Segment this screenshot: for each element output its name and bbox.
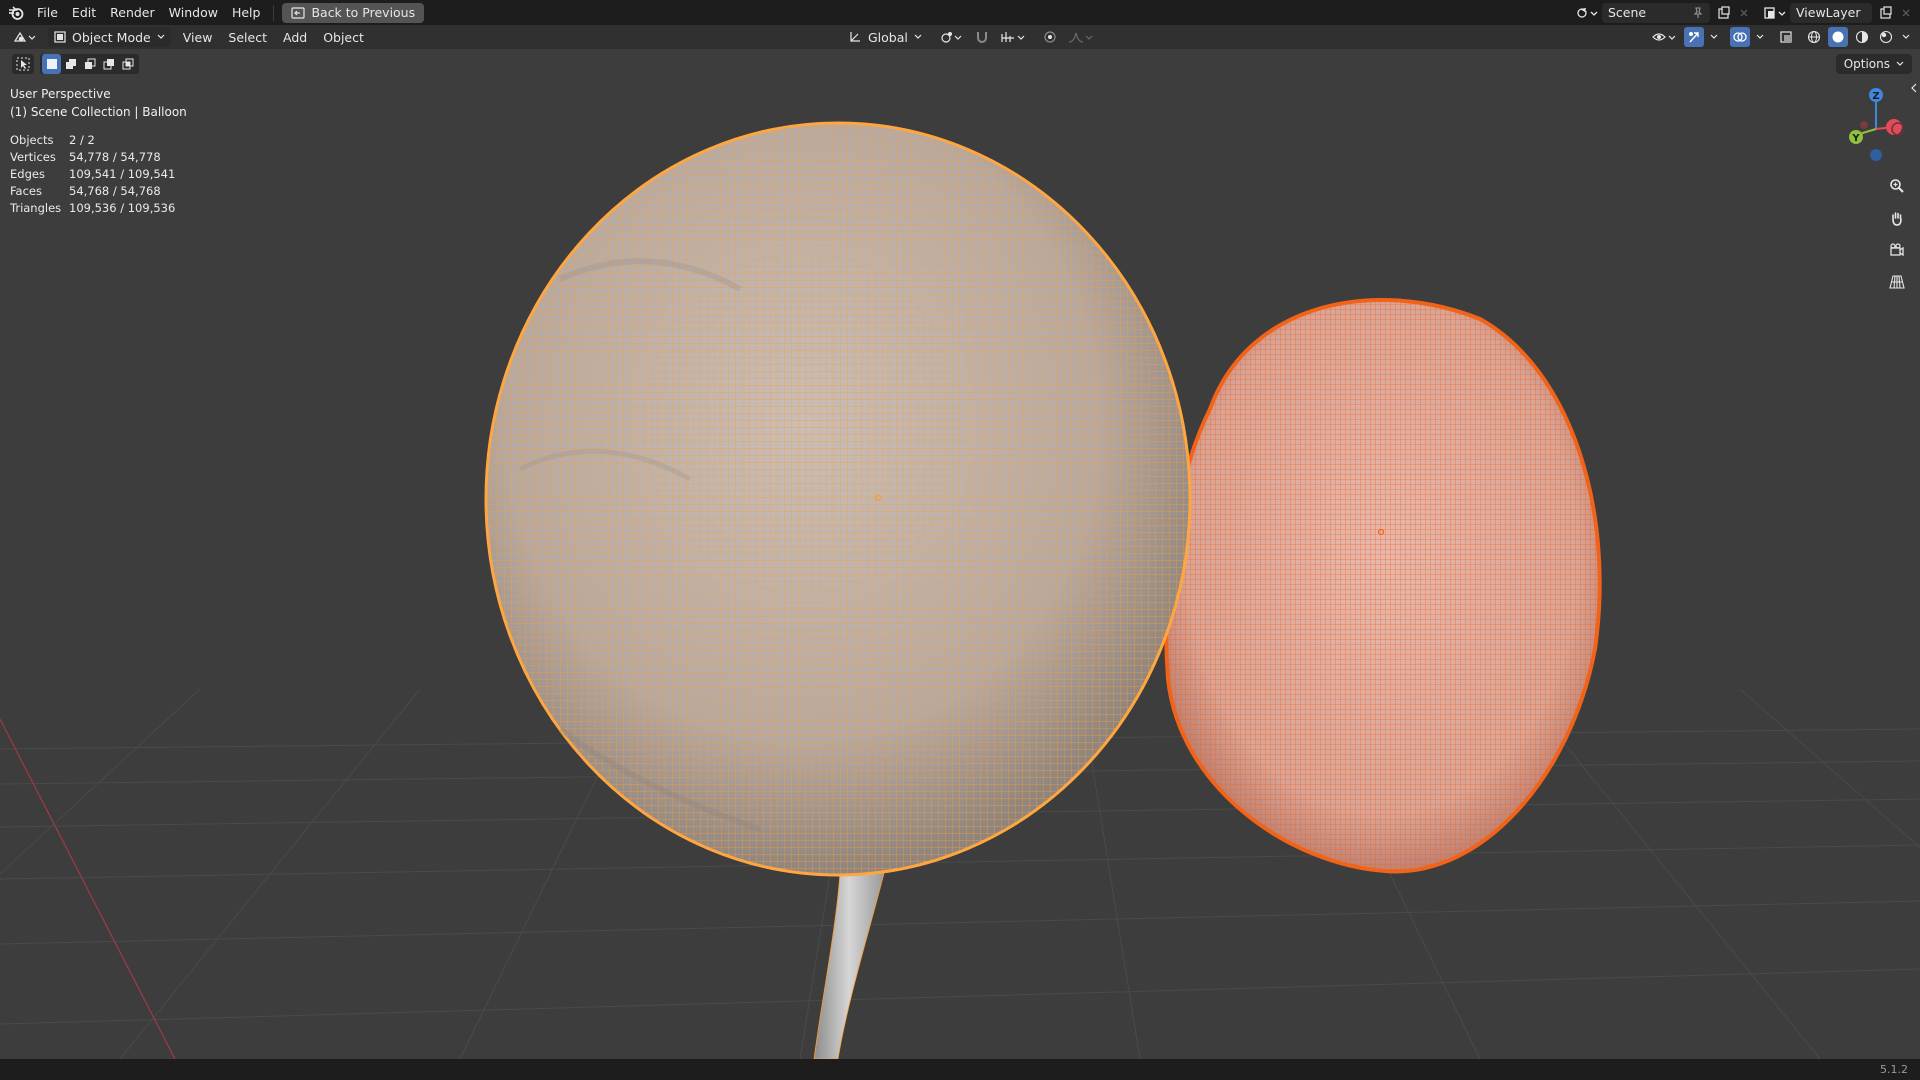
header-center-tools: Global bbox=[838, 25, 1096, 49]
toggle-xray-icon[interactable] bbox=[1776, 27, 1796, 47]
scene-name: Scene bbox=[1608, 5, 1647, 20]
camera-view-icon[interactable] bbox=[1884, 237, 1910, 263]
chevron-down-icon bbox=[914, 34, 922, 39]
back-to-previous-label: Back to Previous bbox=[311, 5, 416, 20]
proportional-editing-icon[interactable] bbox=[1040, 27, 1060, 47]
select-cursor-icon bbox=[16, 57, 30, 71]
viewport-info: User Perspective (1) Scene Collection | … bbox=[10, 85, 187, 121]
main-menu: File Edit Render Window Help bbox=[30, 0, 267, 25]
view-layer-selector-icon[interactable] bbox=[1760, 3, 1790, 23]
orientation-axes-icon bbox=[850, 32, 860, 42]
mode-dropdown[interactable]: Object Mode bbox=[48, 27, 171, 47]
select-invert-icon[interactable] bbox=[99, 54, 118, 74]
orientation-label: Global bbox=[868, 29, 908, 45]
visibility-selectability-icon[interactable] bbox=[1650, 27, 1680, 47]
shading-rendered-icon[interactable] bbox=[1876, 27, 1896, 47]
stat-row: Edges 109,541 / 109,541 bbox=[10, 167, 176, 181]
gizmo-y-label: Y bbox=[1851, 133, 1860, 144]
options-dropdown[interactable]: Options bbox=[1835, 54, 1912, 74]
show-overlays-icon[interactable] bbox=[1730, 27, 1750, 47]
view-layer-field[interactable]: ViewLayer bbox=[1790, 2, 1872, 23]
balloon-string[interactable] bbox=[813, 872, 885, 1059]
active-tool-button[interactable] bbox=[12, 54, 34, 74]
gizmo-z-label: Z bbox=[1872, 91, 1879, 102]
divider bbox=[273, 4, 275, 21]
mode-label: Object Mode bbox=[72, 29, 151, 45]
gizmo-options-chevron-icon[interactable] bbox=[1708, 27, 1720, 47]
3d-viewport-icon bbox=[13, 31, 36, 42]
scene-selector-icon[interactable] bbox=[1572, 3, 1602, 23]
menu-select[interactable]: Select bbox=[220, 25, 275, 49]
collection-line: (1) Scene Collection | Balloon bbox=[10, 105, 187, 119]
pan-hand-icon[interactable] bbox=[1884, 205, 1910, 231]
back-screen-icon bbox=[291, 6, 306, 19]
select-intersect-icon[interactable] bbox=[118, 54, 137, 74]
select-extend-icon[interactable] bbox=[61, 54, 80, 74]
header-right-tools bbox=[1650, 25, 1912, 49]
navigation-gizmo[interactable]: Z Y bbox=[1846, 85, 1906, 169]
select-new-icon[interactable] bbox=[42, 54, 61, 74]
snap-target-icon[interactable] bbox=[998, 27, 1028, 47]
menu-edit[interactable]: Edit bbox=[65, 0, 103, 25]
version-label: 5.1.2 bbox=[1880, 1063, 1908, 1076]
editor-type-selector[interactable] bbox=[0, 25, 44, 49]
tool-settings-row bbox=[12, 54, 139, 74]
view-layer-name: ViewLayer bbox=[1796, 5, 1861, 20]
menu-view[interactable]: View bbox=[175, 25, 221, 49]
overlay-options-chevron-icon[interactable] bbox=[1754, 27, 1766, 47]
top-menu-bar: File Edit Render Window Help Back to Pre… bbox=[0, 0, 1920, 25]
menu-file[interactable]: File bbox=[30, 0, 65, 25]
stat-row: Faces 54,768 / 54,768 bbox=[10, 184, 161, 198]
delete-scene-icon[interactable] bbox=[1734, 3, 1754, 23]
pivot-point-icon[interactable] bbox=[938, 27, 966, 47]
sidebar-toggle-icon[interactable] bbox=[1910, 82, 1918, 98]
viewport-header: Object Mode View Select Add Object Globa… bbox=[0, 25, 1920, 49]
object-mode-icon bbox=[54, 31, 66, 43]
stat-row: Vertices 54,778 / 54,778 bbox=[10, 150, 161, 164]
select-subtract-icon[interactable] bbox=[80, 54, 99, 74]
3d-viewport[interactable]: User Perspective (1) Scene Collection | … bbox=[0, 49, 1920, 1059]
view-name: User Perspective bbox=[10, 87, 111, 101]
scene-name-field[interactable]: Scene bbox=[1602, 2, 1710, 23]
transform-orientation-dropdown[interactable]: Global bbox=[842, 27, 928, 47]
shading-options-chevron-icon[interactable] bbox=[1900, 27, 1912, 47]
shading-wireframe-icon[interactable] bbox=[1804, 27, 1824, 47]
chevron-down-icon bbox=[157, 34, 165, 39]
selection-mode-group bbox=[40, 54, 139, 74]
top-right-controls: Scene ViewLayer bbox=[1572, 0, 1920, 25]
viewport-navigation bbox=[1884, 173, 1910, 295]
x-axis-line bbox=[0, 718, 176, 1059]
new-view-layer-icon[interactable] bbox=[1876, 3, 1896, 23]
menu-object[interactable]: Object bbox=[315, 25, 372, 49]
menu-add[interactable]: Add bbox=[275, 25, 315, 49]
menu-window[interactable]: Window bbox=[162, 0, 225, 25]
new-scene-icon[interactable] bbox=[1714, 3, 1734, 23]
back-to-previous-button[interactable]: Back to Previous bbox=[282, 2, 425, 23]
options-label: Options bbox=[1843, 57, 1890, 71]
shading-solid-icon[interactable] bbox=[1828, 27, 1848, 47]
viewport-scene[interactable] bbox=[0, 49, 1920, 1059]
stat-row: Objects 2 / 2 bbox=[10, 133, 95, 147]
menu-help[interactable]: Help bbox=[225, 0, 268, 25]
gizmo-negative-x[interactable] bbox=[1860, 121, 1868, 129]
zoom-icon[interactable] bbox=[1884, 173, 1910, 199]
stat-row: Triangles 109,536 / 109,536 bbox=[10, 201, 176, 215]
delete-view-layer-icon[interactable] bbox=[1896, 3, 1916, 23]
blender-logo-icon[interactable] bbox=[2, 0, 30, 25]
menu-render[interactable]: Render bbox=[103, 0, 162, 25]
balloon-active[interactable] bbox=[484, 121, 1192, 877]
falloff-curve-icon[interactable] bbox=[1066, 27, 1096, 47]
show-gizmo-icon[interactable] bbox=[1684, 27, 1704, 47]
balloon-selected[interactable] bbox=[1164, 298, 1602, 874]
snap-toggle-icon[interactable] bbox=[972, 27, 992, 47]
perspective-ortho-grid-icon[interactable] bbox=[1884, 269, 1910, 295]
status-bar: 5.1.2 bbox=[0, 1059, 1920, 1080]
chevron-down-icon bbox=[1896, 61, 1904, 66]
shading-material-icon[interactable] bbox=[1852, 27, 1872, 47]
scene-statistics: Objects 2 / 2 Vertices 54,778 / 54,778 Edg… bbox=[10, 132, 175, 217]
pin-icon[interactable] bbox=[1692, 6, 1704, 19]
gizmo-negative-z[interactable] bbox=[1870, 149, 1882, 161]
